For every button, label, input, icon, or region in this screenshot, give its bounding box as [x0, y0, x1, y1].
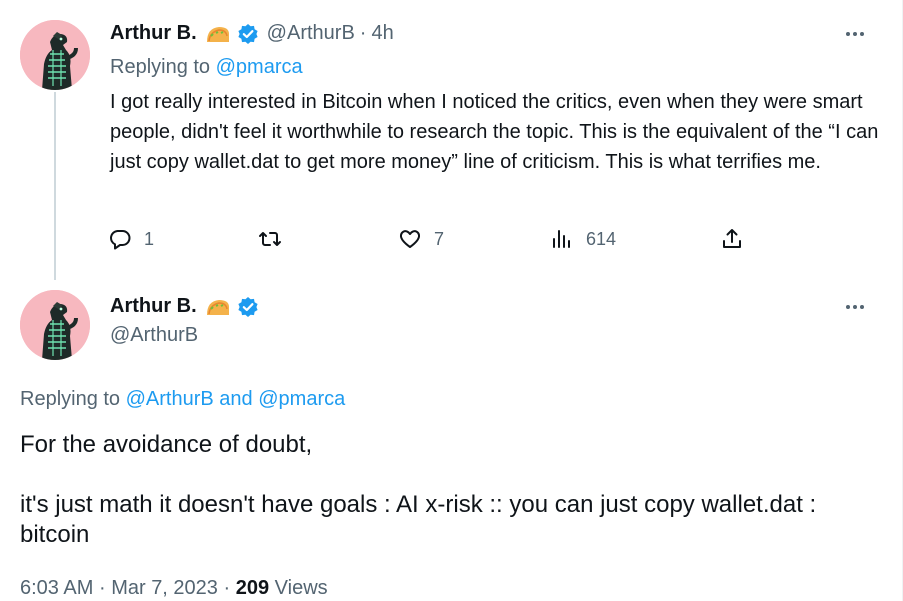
taco-emoji-icon [205, 24, 231, 44]
reply-icon [108, 227, 132, 251]
replying-to-link[interactable]: @pmarca [216, 56, 303, 78]
tweet-text: For the avoidance of doubt, it's just ma… [20, 430, 880, 550]
replying-to: Replying to @ArthurB and @pmarca [20, 388, 345, 411]
reply-count: 1 [144, 228, 155, 249]
author-handle[interactable]: @ArthurB [267, 22, 355, 45]
replying-to-link[interactable]: @ArthurB [126, 388, 214, 410]
verified-badge-icon[interactable] [237, 23, 259, 45]
more-options-icon[interactable] [842, 297, 868, 317]
author-name[interactable]: Arthur B. [110, 295, 197, 318]
separator-dot: · [98, 577, 106, 599]
author-handle[interactable]: @ArthurB [110, 324, 198, 347]
tweet-time[interactable]: 4h [371, 22, 393, 45]
avatar-image [20, 290, 90, 360]
views-icon [550, 227, 574, 251]
share-icon [720, 227, 744, 251]
avatar[interactable] [20, 20, 90, 90]
retweet-button[interactable] [258, 227, 294, 251]
views-count: 614 [586, 228, 617, 249]
like-button[interactable]: 7 [398, 227, 444, 251]
tweet-text: I got really interested in Bitcoin when … [110, 91, 879, 173]
like-icon [398, 227, 422, 251]
thread-connector-line [54, 92, 56, 280]
avatar-image [20, 20, 90, 90]
replying-to-label: Replying to [20, 388, 121, 410]
verified-badge-icon[interactable] [237, 296, 259, 318]
reply-button[interactable]: 1 [108, 227, 154, 251]
tweet-text-line: For the avoidance of doubt, [20, 431, 313, 458]
replying-to: Replying to @pmarca [110, 56, 303, 79]
taco-emoji-icon [205, 297, 231, 317]
replying-to-label: Replying to [110, 56, 211, 78]
separator-dot: · [359, 22, 367, 44]
retweet-icon [258, 227, 282, 251]
avatar[interactable] [20, 290, 90, 360]
like-count: 7 [434, 228, 445, 249]
author-name[interactable]: Arthur B. [110, 22, 197, 45]
tweet-meta: 6:03 AM · Mar 7, 2023 · 209 Views [20, 577, 328, 600]
more-options-icon[interactable] [842, 24, 868, 44]
tweet-timestamp[interactable]: 6:03 AM [20, 577, 93, 599]
tweet-date[interactable]: Mar 7, 2023 [111, 577, 218, 599]
replying-to-link[interactable]: @pmarca [258, 388, 345, 410]
tweet2-header: Arthur B. [110, 295, 259, 318]
tweet-text-line: it's just math it doesn't have goals : A… [20, 491, 817, 548]
replying-to-and[interactable]: and [219, 388, 252, 410]
views-button[interactable]: 614 [550, 227, 616, 251]
share-button[interactable] [720, 227, 744, 251]
views-count: 209 [235, 577, 270, 599]
tweet1-header: Arthur B. @ArthurB · 4h [110, 22, 394, 45]
views-label: Views [274, 577, 328, 599]
separator-dot: · [223, 577, 231, 599]
